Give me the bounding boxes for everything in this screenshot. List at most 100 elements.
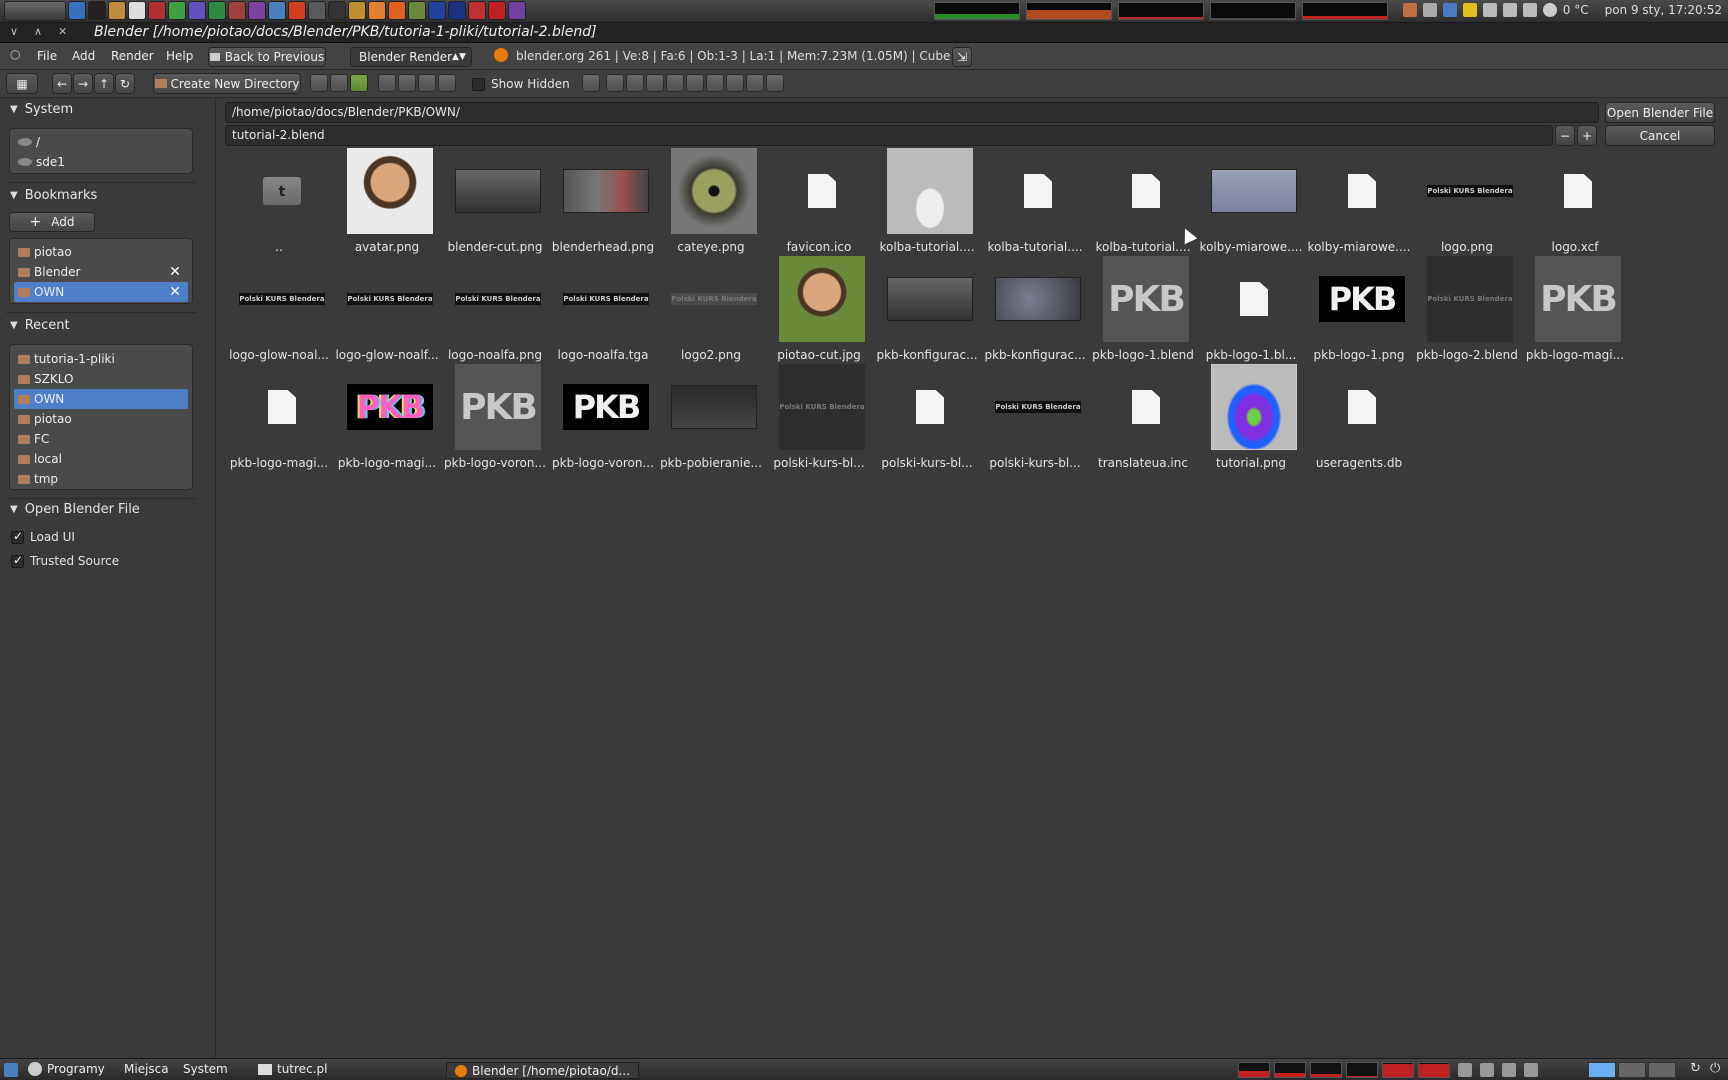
file-item[interactable]: pkb-konfigurac... bbox=[873, 256, 981, 364]
file-item[interactable]: blender-cut.png bbox=[441, 148, 549, 256]
decrement-filename-icon[interactable]: − bbox=[1555, 125, 1575, 146]
back-arrow-icon[interactable]: ← bbox=[52, 73, 72, 94]
file-item[interactable]: PKB pkb-logo-voron... bbox=[549, 364, 657, 472]
camera-icon[interactable] bbox=[328, 1, 346, 20]
paint-icon[interactable] bbox=[348, 1, 366, 20]
editor-type-icon[interactable]: ○ bbox=[10, 47, 20, 61]
filter-folder-icon[interactable] bbox=[606, 74, 624, 92]
file-item[interactable]: translateua.inc bbox=[1089, 364, 1197, 472]
file-item[interactable]: kolby-miarowe.... bbox=[1305, 148, 1413, 256]
trusted-source-toggle[interactable]: Trusted Source bbox=[11, 553, 119, 568]
system-item-root[interactable]: / bbox=[14, 132, 188, 152]
editor-icon[interactable] bbox=[168, 1, 186, 20]
system-menu[interactable]: System bbox=[183, 1062, 228, 1076]
window-list-icon[interactable] bbox=[1480, 1063, 1494, 1077]
file-item[interactable]: avatar.png bbox=[333, 148, 441, 256]
workspace-1[interactable] bbox=[1588, 1062, 1616, 1078]
sort-ext-icon[interactable] bbox=[398, 74, 416, 92]
file-item[interactable]: cateye.png bbox=[657, 148, 765, 256]
file-item[interactable]: pkb-pobieranie... bbox=[657, 364, 765, 472]
back-to-previous-button[interactable]: Back to Previous bbox=[208, 47, 326, 67]
directory-path-input[interactable]: /home/piotao/docs/Blender/PKB/OWN/ bbox=[225, 102, 1599, 123]
clock[interactable]: pon 9 sty, 17:20:52 bbox=[1605, 3, 1722, 17]
office-icon[interactable] bbox=[288, 1, 306, 20]
open-blender-file-button[interactable]: Open Blender File bbox=[1605, 102, 1715, 123]
sort-time-icon[interactable] bbox=[418, 74, 436, 92]
filter-font-icon[interactable] bbox=[726, 74, 744, 92]
file-item[interactable]: Polski KURS Blendera pkb-logo-2.blend bbox=[1413, 256, 1521, 364]
forward-arrow-icon[interactable]: → bbox=[73, 73, 93, 94]
file-item[interactable]: kolba-tutorial.... bbox=[873, 148, 981, 256]
mail-icon[interactable] bbox=[268, 1, 286, 20]
task-blender[interactable]: Blender [/home/piotao/d... bbox=[446, 1062, 639, 1079]
file-item[interactable]: pkb-logo-1.bl... bbox=[1197, 256, 1305, 364]
remove-bookmark-icon[interactable]: ✕ bbox=[168, 265, 182, 279]
browser-icon[interactable] bbox=[368, 1, 386, 20]
places-menu[interactable]: Miejsca bbox=[124, 1062, 169, 1076]
recent-item[interactable]: tutoria-1-pliki bbox=[14, 349, 188, 369]
system-item-sde1[interactable]: sde1 bbox=[14, 152, 188, 172]
file-item[interactable]: kolba-tutorial.... bbox=[981, 148, 1089, 256]
filter-script-icon[interactable] bbox=[706, 74, 724, 92]
thumbnails-icon[interactable] bbox=[350, 74, 368, 92]
files-icon[interactable] bbox=[68, 1, 86, 20]
gear-icon[interactable] bbox=[308, 1, 326, 20]
window-list-icon[interactable] bbox=[1502, 1063, 1516, 1077]
star-icon[interactable] bbox=[1462, 3, 1477, 17]
code-icon[interactable] bbox=[448, 1, 466, 20]
menu-file[interactable]: File bbox=[37, 49, 57, 63]
filter-icon[interactable] bbox=[582, 74, 600, 92]
trusted-source-checkbox[interactable] bbox=[11, 553, 24, 568]
fullscreen-icon[interactable]: ⇲ bbox=[952, 47, 972, 67]
file-item[interactable]: useragents.db bbox=[1305, 364, 1413, 472]
file-item[interactable]: Polski KURS Blendera logo-glow-noal... bbox=[225, 256, 333, 364]
menu-help[interactable]: Help bbox=[166, 49, 193, 63]
spreadsheet-icon[interactable] bbox=[208, 1, 226, 20]
file-item[interactable]: PKB pkb-logo-magi... bbox=[333, 364, 441, 472]
recent-item[interactable]: piotao bbox=[14, 409, 188, 429]
bookmark-item-own[interactable]: OWN ✕ bbox=[14, 282, 188, 302]
recent-item[interactable]: tmp bbox=[14, 469, 188, 489]
file-item[interactable]: PKB pkb-logo-1.png bbox=[1305, 256, 1413, 364]
window-list-icon[interactable] bbox=[1524, 1063, 1538, 1077]
pen-icon[interactable] bbox=[1522, 3, 1537, 17]
programs-menu[interactable]: Programy bbox=[28, 1062, 105, 1076]
record-icon[interactable] bbox=[488, 1, 506, 20]
bookmark-item-blender[interactable]: Blender ✕ bbox=[14, 262, 188, 282]
sort-alpha-icon[interactable] bbox=[378, 74, 396, 92]
menu-render[interactable]: Render bbox=[111, 49, 154, 63]
terminal-icon[interactable] bbox=[88, 1, 106, 20]
file-item[interactable]: Polski KURS Blendera logo2.png bbox=[657, 256, 765, 364]
close-icon[interactable]: ✕ bbox=[58, 25, 67, 38]
load-ui-toggle[interactable]: Load UI bbox=[11, 529, 75, 544]
window-titlebar[interactable]: ∨ ∧ ✕ Blender [/home/piotao/docs/Blender… bbox=[0, 23, 1728, 43]
chat-icon[interactable] bbox=[188, 1, 206, 20]
headphones-icon[interactable] bbox=[248, 1, 266, 20]
filter-movie-icon[interactable] bbox=[686, 74, 704, 92]
file-item[interactable]: pkb-konfigurac... bbox=[981, 256, 1089, 364]
file-item[interactable]: favicon.ico bbox=[765, 148, 873, 256]
cancel-button[interactable]: Cancel bbox=[1605, 125, 1715, 146]
file-item[interactable]: piotao-cut.jpg bbox=[765, 256, 873, 364]
list-long-icon[interactable] bbox=[330, 74, 348, 92]
media-icon[interactable] bbox=[228, 1, 246, 20]
parent-dir-icon[interactable]: ↑ bbox=[94, 73, 114, 94]
add-bookmark-button[interactable]: + Add bbox=[9, 212, 95, 232]
keyboard-icon[interactable] bbox=[1482, 3, 1497, 17]
sort-size-icon[interactable] bbox=[438, 74, 456, 92]
recent-item[interactable]: local bbox=[14, 449, 188, 469]
update-icon[interactable] bbox=[1402, 3, 1417, 17]
open-blender-panel-header[interactable]: ▼ Open Blender File bbox=[10, 502, 140, 517]
power-icon[interactable]: ⏻ bbox=[1710, 1061, 1720, 1076]
file-item[interactable]: Polski KURS Blendera polski-kurs-bl... bbox=[981, 364, 1089, 472]
file-item[interactable]: blenderhead.png bbox=[549, 148, 657, 256]
shield-icon[interactable] bbox=[1442, 3, 1457, 17]
list-short-icon[interactable] bbox=[310, 74, 328, 92]
recent-item[interactable]: SZKLO bbox=[14, 369, 188, 389]
file-item[interactable]: Polski KURS Blendera logo.png bbox=[1413, 148, 1521, 256]
script-icon[interactable] bbox=[428, 1, 446, 20]
show-hidden-toggle[interactable]: Show Hidden bbox=[472, 77, 570, 91]
menu-add[interactable]: Add bbox=[72, 49, 95, 63]
minimize-icon[interactable]: ∨ bbox=[10, 25, 18, 38]
player-icon[interactable] bbox=[508, 1, 526, 20]
